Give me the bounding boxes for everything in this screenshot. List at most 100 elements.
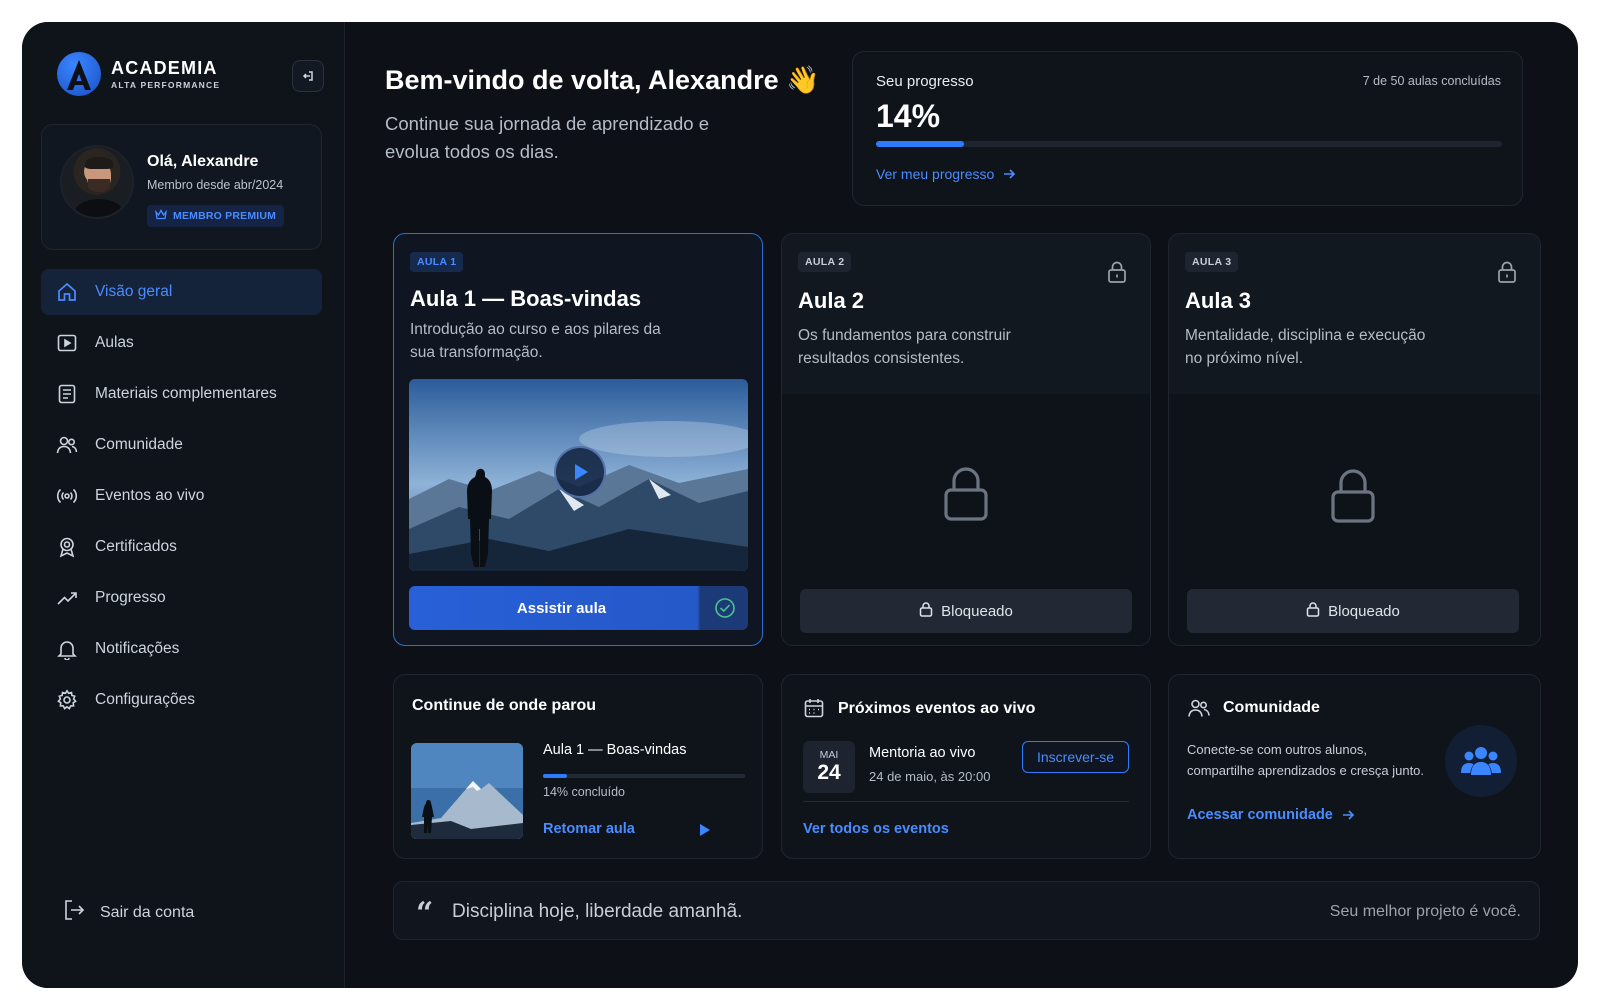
logout-icon	[62, 898, 86, 927]
locked-button[interactable]: Bloqueado	[1187, 589, 1519, 633]
subscribe-button[interactable]: Inscrever-se	[1022, 741, 1129, 773]
logout-label: Sair da conta	[100, 903, 195, 921]
view-progress-label: Ver meu progresso	[876, 166, 995, 182]
sidebar-item-materiais[interactable]: Materiais complementares	[41, 371, 322, 417]
sidebar-item-label: Certificados	[95, 538, 177, 555]
progress-bar	[876, 141, 1502, 147]
lock-icon	[1496, 260, 1518, 289]
trending-up-icon	[56, 587, 78, 609]
continue-progress-bar	[543, 774, 745, 778]
sidebar-item-label: Comunidade	[95, 436, 183, 453]
check-circle-icon	[714, 597, 736, 623]
sidebar-item-label: Progresso	[95, 589, 166, 606]
profile-name: Olá, Alexandre	[147, 153, 259, 170]
sidebar-item-eventos[interactable]: Eventos ao vivo	[41, 473, 322, 519]
broadcast-icon	[56, 485, 78, 507]
community-link[interactable]: Acessar comunidade	[1187, 807, 1355, 823]
watch-lesson-label: Assistir aula	[516, 599, 607, 617]
continue-progress-fill	[543, 774, 568, 778]
crown-icon	[155, 209, 167, 223]
lesson-card-3[interactable]: AULA 3 Aula 3 Mentalidade, disciplina e …	[1168, 233, 1541, 646]
member-since: Membro desde abr/2024	[147, 178, 284, 192]
community-card: Comunidade Conecte-se com outros alunos,…	[1168, 674, 1541, 859]
brand-logo[interactable]: ACADEMIA ALTA PERFORMANCE	[57, 52, 220, 96]
sidebar-item-label: Aulas	[95, 334, 134, 351]
gear-icon	[56, 689, 78, 711]
lesson-title: Aula 1 — Boas-vindas	[410, 286, 642, 311]
play-button[interactable]	[554, 446, 606, 498]
community-group-icon	[1445, 725, 1517, 797]
sidebar: ACADEMIA ALTA PERFORMANCE Olá, Alexandre…	[22, 22, 345, 988]
sidebar-item-configuracoes[interactable]: Configurações	[41, 677, 322, 723]
events-title: Próximos eventos ao vivo	[838, 700, 1036, 717]
event-time: 24 de maio, às 20:00	[869, 769, 991, 784]
logout-button[interactable]: Sair da conta	[62, 898, 194, 927]
home-icon	[56, 281, 78, 303]
continue-card: Continue de onde parou Aula 1 — Boas-vin…	[393, 674, 763, 859]
progress-label: Seu progresso	[876, 73, 974, 90]
lock-icon	[1306, 601, 1320, 621]
event-month: MAI	[819, 749, 839, 761]
quote-bar: “ Disciplina hoje, liberdade amanhã. Seu…	[393, 881, 1540, 940]
premium-badge: MEMBRO PREMIUM	[147, 205, 285, 227]
quote-text: Disciplina hoje, liberdade amanhã.	[452, 901, 743, 922]
lesson-thumbnail[interactable]	[409, 379, 748, 571]
sidebar-item-visao-geral[interactable]: Visão geral	[41, 269, 322, 315]
locked-label: Bloqueado	[1328, 602, 1400, 620]
sidebar-item-notificacoes[interactable]: Notificações	[41, 626, 322, 672]
locked-button[interactable]: Bloqueado	[800, 589, 1132, 633]
arrow-right-icon	[1342, 810, 1355, 820]
sidebar-nav: Visão geral Aulas Materiais complementar…	[41, 269, 322, 728]
lock-icon	[919, 601, 933, 621]
logo-icon	[57, 52, 101, 96]
award-icon	[56, 536, 78, 558]
lesson-card-1[interactable]: AULA 1 Aula 1 — Boas-vindas Introdução a…	[393, 233, 763, 646]
sidebar-item-certificados[interactable]: Certificados	[41, 524, 322, 570]
arrow-right-icon	[1004, 169, 1016, 179]
continue-thumbnail[interactable]	[411, 743, 523, 839]
brand-subtitle: ALTA PERFORMANCE	[111, 80, 221, 90]
sidebar-item-comunidade[interactable]: Comunidade	[41, 422, 322, 468]
collapse-icon	[302, 71, 313, 81]
community-text: Conecte-se com outros alunos, compartilh…	[1187, 742, 1425, 778]
sidebar-item-label: Materiais complementares	[95, 385, 277, 402]
lesson-title: Aula 2	[798, 288, 865, 313]
large-lock-icon	[942, 466, 990, 527]
progress-percent: 14%	[876, 98, 941, 134]
view-progress-link[interactable]: Ver meu progresso	[876, 166, 1016, 182]
app-window: ACADEMIA ALTA PERFORMANCE Olá, Alexandre…	[22, 22, 1578, 988]
profile-card: Olá, Alexandre Membro desde abr/2024 MEM…	[41, 124, 322, 250]
community-link-label: Acessar comunidade	[1187, 807, 1333, 823]
lesson-tag: AULA 1	[410, 252, 464, 272]
sidebar-item-aulas[interactable]: Aulas	[41, 320, 322, 366]
lesson-card-2[interactable]: AULA 2 Aula 2 Os fundamentos para constr…	[781, 233, 1151, 646]
play-icon	[575, 464, 588, 480]
continue-lesson-name: Aula 1 — Boas-vindas	[543, 742, 687, 758]
divider	[803, 801, 1129, 802]
all-events-link[interactable]: Ver todos os eventos	[803, 821, 949, 837]
lesson-description: Mentalidade, disciplina e execução no pr…	[1185, 327, 1426, 367]
event-date: MAI 24	[803, 741, 855, 793]
main-content: Bem-vindo de volta, Alexandre 👋 Continue…	[345, 22, 1578, 988]
continue-title: Continue de onde parou	[412, 697, 596, 714]
play-icon[interactable]	[699, 823, 711, 842]
bell-icon	[56, 638, 78, 660]
watch-lesson-button[interactable]: Assistir aula	[409, 586, 748, 630]
locked-label: Bloqueado	[941, 602, 1013, 620]
users-icon	[56, 434, 78, 456]
page-title: Bem-vindo de volta, Alexandre 👋	[385, 65, 820, 95]
play-square-icon	[56, 332, 78, 354]
premium-badge-label: MEMBRO PREMIUM	[173, 210, 277, 222]
events-card: Próximos eventos ao vivo MAI 24 Mentoria…	[781, 674, 1151, 859]
document-icon	[56, 383, 78, 405]
collapse-sidebar-button[interactable]	[292, 60, 324, 92]
event-day: 24	[817, 761, 841, 784]
progress-count: 7 de 50 aulas concluídas	[1362, 74, 1501, 88]
sidebar-item-progresso[interactable]: Progresso	[41, 575, 322, 621]
lesson-title: Aula 3	[1185, 288, 1252, 313]
avatar[interactable]	[60, 145, 134, 219]
sidebar-item-label: Visão geral	[95, 283, 173, 300]
event-name: Mentoria ao vivo	[869, 745, 976, 761]
resume-lesson-link[interactable]: Retomar aula	[543, 821, 635, 837]
users-icon	[1187, 697, 1211, 724]
